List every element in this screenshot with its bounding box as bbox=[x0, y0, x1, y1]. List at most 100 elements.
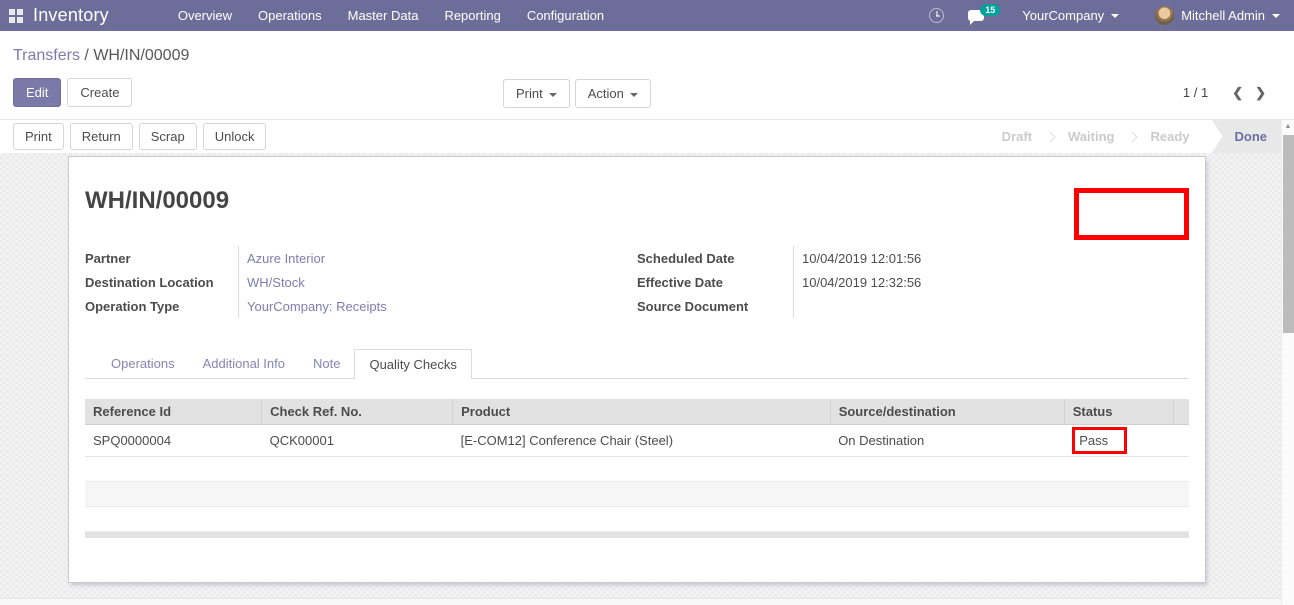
scheduled-date-value: 10/04/2019 12:01:56 bbox=[802, 246, 1189, 270]
control-panel: Transfers / WH/IN/00009 Edit Create Prin… bbox=[0, 31, 1294, 119]
pager-next-icon[interactable]: ❯ bbox=[1249, 85, 1272, 101]
field-labels: Scheduled Date Effective Date Source Doc… bbox=[637, 246, 793, 318]
col-product[interactable]: Product bbox=[453, 399, 831, 425]
annotation-box bbox=[1074, 188, 1189, 240]
apps-menu-icon[interactable] bbox=[9, 9, 23, 23]
app-title[interactable]: Inventory bbox=[33, 5, 109, 26]
company-name: YourCompany bbox=[1022, 8, 1104, 23]
return-button[interactable]: Return bbox=[70, 123, 133, 150]
destination-location-label: Destination Location bbox=[85, 270, 238, 294]
page-background: WH/IN/00009 Partner Destination Location… bbox=[0, 153, 1294, 605]
notebook-tabs: Operations Additional Info Note Quality … bbox=[85, 349, 1189, 379]
partner-label: Partner bbox=[85, 246, 238, 270]
pager-count: 1 / 1 bbox=[1183, 85, 1208, 100]
statusbar: Draft Waiting Ready Done bbox=[990, 120, 1294, 153]
effective-date-label: Effective Date bbox=[637, 270, 793, 294]
vertical-scrollbar[interactable]: ▲ bbox=[1281, 120, 1294, 605]
destination-location-value-link[interactable]: WH/Stock bbox=[247, 270, 637, 294]
field-groups: Partner Destination Location Operation T… bbox=[85, 246, 1189, 318]
tab-quality-checks[interactable]: Quality Checks bbox=[354, 349, 471, 379]
pager-prev-icon[interactable]: ❮ bbox=[1226, 85, 1249, 101]
chevron-right-icon bbox=[1127, 131, 1138, 142]
breadcrumb-separator: / bbox=[80, 47, 93, 64]
user-menu[interactable]: Mitchell Admin bbox=[1181, 8, 1280, 23]
horizontal-scrollbar[interactable] bbox=[0, 598, 1281, 605]
cell-source-destination[interactable]: On Destination bbox=[830, 425, 1064, 457]
cell-check-ref-no[interactable]: QCK00001 bbox=[262, 425, 453, 457]
operation-type-value-link[interactable]: YourCompany: Receipts bbox=[247, 294, 637, 318]
col-reference-id[interactable]: Reference Id bbox=[85, 399, 262, 425]
status-step-draft[interactable]: Draft bbox=[990, 129, 1044, 144]
chevron-down-icon bbox=[1111, 14, 1119, 18]
col-blank bbox=[1174, 399, 1189, 425]
quality-checks-table: Reference Id Check Ref. No. Product Sour… bbox=[85, 399, 1189, 532]
chevron-down-icon bbox=[1272, 14, 1280, 18]
tab-operations[interactable]: Operations bbox=[97, 349, 189, 378]
breadcrumb-transfers-link[interactable]: Transfers bbox=[13, 47, 80, 64]
company-switcher[interactable]: YourCompany bbox=[1022, 8, 1119, 23]
create-button[interactable]: Create bbox=[67, 78, 132, 107]
breadcrumb-current: WH/IN/00009 bbox=[93, 47, 189, 64]
table-end-bar bbox=[85, 532, 1189, 538]
col-check-ref-no[interactable]: Check Ref. No. bbox=[262, 399, 453, 425]
chevron-down-icon bbox=[549, 93, 557, 97]
message-count-badge: 15 bbox=[980, 4, 1000, 16]
cell-status[interactable]: Pass bbox=[1064, 425, 1173, 457]
menu-overview[interactable]: Overview bbox=[169, 0, 241, 31]
cell-product[interactable]: [E-COM12] Conference Chair (Steel) bbox=[453, 425, 831, 457]
field-values: Azure Interior WH/Stock YourCompany: Rec… bbox=[238, 246, 637, 318]
empty-row bbox=[85, 507, 1189, 532]
col-status[interactable]: Status bbox=[1064, 399, 1173, 425]
field-group-right: Scheduled Date Effective Date Source Doc… bbox=[637, 246, 1189, 318]
partner-value-link[interactable]: Azure Interior bbox=[247, 246, 637, 270]
scheduled-date-label: Scheduled Date bbox=[637, 246, 793, 270]
breadcrumb: Transfers / WH/IN/00009 bbox=[13, 45, 1294, 67]
source-document-label: Source Document bbox=[637, 294, 793, 318]
operation-type-label: Operation Type bbox=[85, 294, 238, 318]
action-menu-button[interactable]: Action bbox=[575, 79, 651, 108]
pager: 1 / 1 ❮ ❯ bbox=[1183, 79, 1272, 106]
scrap-button[interactable]: Scrap bbox=[139, 123, 197, 150]
menu-reporting[interactable]: Reporting bbox=[435, 0, 509, 31]
print-menu-button[interactable]: Print bbox=[503, 79, 570, 108]
scroll-up-icon[interactable]: ▲ bbox=[1282, 120, 1294, 133]
systray: 15 YourCompany Mitchell Admin bbox=[929, 6, 1294, 25]
action-menus: Print Action bbox=[503, 79, 651, 108]
table-header-row: Reference Id Check Ref. No. Product Sour… bbox=[85, 399, 1189, 425]
status-step-ready[interactable]: Ready bbox=[1138, 129, 1201, 144]
annotation-pass-highlight: Pass bbox=[1072, 427, 1127, 454]
effective-date-value: 10/04/2019 12:32:56 bbox=[802, 270, 1189, 294]
form-sheet: WH/IN/00009 Partner Destination Location… bbox=[68, 156, 1206, 583]
col-source-destination[interactable]: Source/destination bbox=[830, 399, 1064, 425]
field-labels: Partner Destination Location Operation T… bbox=[85, 246, 238, 318]
unlock-button[interactable]: Unlock bbox=[203, 123, 267, 150]
table-row[interactable]: SPQ0000004 QCK00001 [E-COM12] Conference… bbox=[85, 425, 1189, 457]
field-values: 10/04/2019 12:01:56 10/04/2019 12:32:56 bbox=[793, 246, 1189, 318]
user-name: Mitchell Admin bbox=[1181, 8, 1265, 23]
user-avatar[interactable] bbox=[1155, 6, 1174, 25]
tab-note[interactable]: Note bbox=[299, 349, 354, 378]
chevron-down-icon bbox=[630, 93, 638, 97]
menu-configuration[interactable]: Configuration bbox=[518, 0, 613, 31]
field-group-left: Partner Destination Location Operation T… bbox=[85, 246, 637, 318]
empty-row bbox=[85, 482, 1189, 507]
cell-reference-id[interactable]: SPQ0000004 bbox=[85, 425, 262, 457]
empty-row bbox=[85, 457, 1189, 482]
menu-operations[interactable]: Operations bbox=[249, 0, 331, 31]
status-step-done-active[interactable]: Done bbox=[1212, 120, 1282, 154]
messages-icon[interactable]: 15 bbox=[968, 10, 984, 21]
print-report-button[interactable]: Print bbox=[13, 123, 64, 150]
form-header: Print Return Scrap Unlock Draft Waiting … bbox=[0, 119, 1294, 153]
edit-button[interactable]: Edit bbox=[13, 78, 61, 107]
control-panel-buttons: Edit Create Print Action 1 / 1 ❮ ❯ bbox=[13, 79, 1294, 106]
source-document-value bbox=[802, 294, 1189, 318]
top-navbar: Inventory Overview Operations Master Dat… bbox=[0, 0, 1294, 31]
activities-clock-icon[interactable] bbox=[929, 8, 968, 23]
scrollbar-thumb[interactable] bbox=[1283, 135, 1294, 333]
status-step-waiting[interactable]: Waiting bbox=[1056, 129, 1126, 144]
main-menu: Overview Operations Master Data Reportin… bbox=[165, 0, 617, 31]
app-window: Inventory Overview Operations Master Dat… bbox=[0, 0, 1294, 605]
chevron-right-icon bbox=[1044, 131, 1055, 142]
menu-master-data[interactable]: Master Data bbox=[339, 0, 428, 31]
tab-additional-info[interactable]: Additional Info bbox=[189, 349, 299, 378]
